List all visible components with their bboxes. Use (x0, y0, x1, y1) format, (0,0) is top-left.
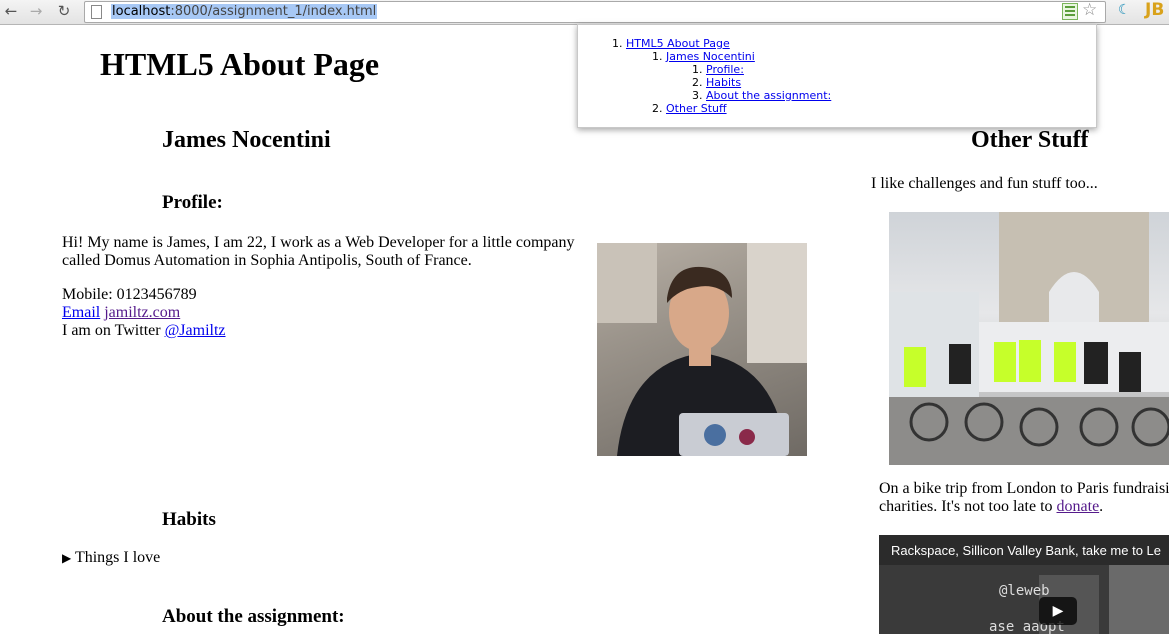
disclosure-triangle-icon[interactable]: ▶ (62, 551, 71, 565)
intro-paragraph: Hi! My name is James, I am 22, I work as… (62, 234, 575, 269)
back-button[interactable]: ← (2, 2, 20, 20)
profile-heading: Profile: (162, 192, 223, 213)
page-title: HTML5 About Page (100, 46, 380, 82)
outline-link-about[interactable]: About the assignment: (706, 89, 831, 102)
outline-link-james[interactable]: James Nocentini (666, 50, 755, 63)
outline-link-page[interactable]: HTML5 About Page (626, 37, 730, 50)
jetbrains-extension-icon[interactable]: JB (1145, 0, 1164, 21)
bookmark-star-icon[interactable]: ☆ (1082, 0, 1097, 21)
play-button[interactable]: ▶ (1039, 597, 1077, 625)
browser-toolbar: ← → ↻ localhost:8000/assignment_1/index.… (0, 0, 1169, 25)
other-intro: I like challenges and fun stuff too... (871, 175, 1098, 192)
outline-link-other[interactable]: Other Stuff (666, 102, 727, 115)
mobile-text: Mobile: 0123456789 (62, 286, 197, 303)
video-title[interactable]: Rackspace, Sillicon Valley Bank, take me… (891, 543, 1161, 558)
url-text[interactable]: localhost:8000/assignment_1/index.html (111, 4, 378, 19)
page-icon (91, 5, 102, 19)
twitter-label: I am on Twitter (62, 322, 165, 339)
bike-trip-caption: On a bike trip from London to Paris fund… (879, 480, 1169, 515)
things-i-love-details[interactable]: ▶ Things I love (62, 549, 160, 567)
other-stuff-heading: Other Stuff (971, 127, 1089, 153)
address-bar[interactable]: localhost:8000/assignment_1/index.html (84, 1, 1106, 23)
outline-link-profile[interactable]: Profile: (706, 63, 744, 76)
outline-link-habits[interactable]: Habits (706, 76, 741, 89)
outline-list: HTML5 About Page James Nocentini Profile… (586, 37, 831, 115)
bike-trip-photo (889, 212, 1169, 465)
donate-link[interactable]: donate (1057, 498, 1100, 515)
video-embed[interactable]: @leweb ase aaopt Rackspace, Sillicon Val… (879, 535, 1169, 634)
twitter-link[interactable]: @Jamiltz (165, 322, 226, 339)
outline-extension-icon[interactable] (1062, 3, 1078, 20)
extension-icon[interactable]: ☾ (1118, 2, 1131, 18)
section-heading-james: James Nocentini (162, 127, 331, 153)
about-assignment-heading: About the assignment: (162, 606, 345, 627)
email-link[interactable]: Email (62, 304, 100, 321)
details-summary[interactable]: Things I love (75, 549, 160, 566)
contact-block: Mobile: 0123456789 Email jamiltz.com I a… (62, 286, 462, 340)
reload-button[interactable]: ↻ (55, 2, 73, 20)
habits-heading: Habits (162, 509, 216, 530)
forward-button[interactable]: → (27, 2, 45, 20)
profile-photo (597, 243, 807, 456)
outline-popup: HTML5 About Page James Nocentini Profile… (577, 24, 1097, 128)
website-link[interactable]: jamiltz.com (104, 304, 180, 321)
